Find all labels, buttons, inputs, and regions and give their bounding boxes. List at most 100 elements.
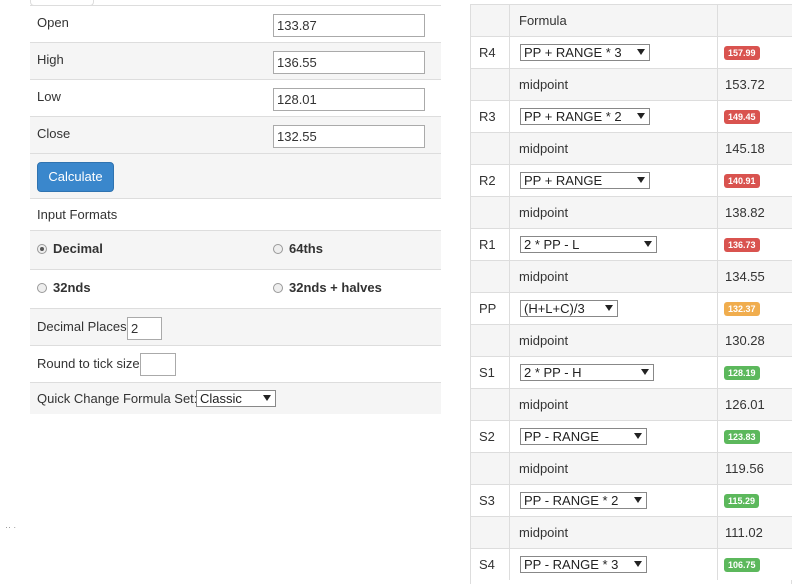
formula-set-select[interactable]: Classic: [196, 390, 276, 407]
high-input[interactable]: [273, 51, 425, 74]
cell-divider: [509, 357, 510, 388]
formula-select-value: (H+L+C)/3: [524, 301, 585, 316]
input-formats-heading: Input Formats: [37, 207, 118, 222]
cell-divider: [509, 229, 510, 260]
formula-header: Formula: [519, 13, 567, 28]
level-label: S4: [479, 557, 495, 572]
cell-divider: [717, 517, 718, 548]
formula-select-s2[interactable]: PP - RANGE: [520, 428, 647, 445]
cell-divider: [717, 37, 718, 68]
cell-divider: [717, 229, 718, 260]
midpoint-row: midpoint 138.82: [471, 196, 792, 228]
midpoint-row: midpoint 119.56: [471, 452, 792, 484]
cell-divider: [509, 37, 510, 68]
formula-select-value: PP + RANGE * 2: [524, 109, 622, 124]
level-label: S2: [479, 429, 495, 444]
value-badge: 128.19: [724, 366, 760, 380]
cell-divider: [509, 133, 510, 164]
close-row: Close: [30, 116, 441, 154]
chevron-down-icon: [637, 113, 645, 119]
table-header-row: Formula: [471, 4, 792, 36]
value-badge: 123.83: [724, 430, 760, 444]
table-row-r3: R3 PP + RANGE * 2 149.45: [471, 100, 792, 132]
chevron-down-icon: [644, 241, 652, 247]
formula-select-r1[interactable]: 2 * PP - L: [520, 236, 657, 253]
cell-divider: [717, 5, 718, 36]
midpoint-label: midpoint: [519, 333, 569, 348]
low-label: Low: [37, 89, 61, 104]
formula-select-value: PP - RANGE * 2: [524, 493, 619, 508]
cell-divider: [717, 101, 718, 132]
cell-divider: [509, 5, 510, 36]
radio-decimal-dot[interactable]: [37, 243, 47, 254]
formula-select-value: PP + RANGE: [524, 173, 603, 188]
tick-size-label: Round to tick size: [37, 356, 140, 371]
cell-divider: [509, 165, 510, 196]
formula-select-s4[interactable]: PP - RANGE * 3: [520, 556, 647, 573]
formula-select-s3[interactable]: PP - RANGE * 2: [520, 492, 647, 509]
radio-32nds-halves[interactable]: 32nds + halves: [273, 280, 382, 295]
radio-decimal-label: Decimal: [53, 241, 103, 256]
cell-divider: [717, 549, 718, 580]
low-input[interactable]: [273, 88, 425, 111]
midpoint-label: midpoint: [519, 269, 569, 284]
cell-divider: [509, 69, 510, 100]
formula-select-value: PP - RANGE * 3: [524, 557, 619, 572]
formula-select-r3[interactable]: PP + RANGE * 2: [520, 108, 650, 125]
midpoint-value: 126.01: [725, 397, 765, 412]
midpoint-row: midpoint 126.01: [471, 388, 792, 420]
cell-divider: [509, 293, 510, 324]
input-formats-row: Input Formats: [30, 198, 441, 231]
close-input[interactable]: [273, 125, 425, 148]
format-row-1: Decimal 64ths: [30, 230, 441, 270]
midpoint-label: midpoint: [519, 397, 569, 412]
formula-select-s1[interactable]: 2 * PP - H: [520, 364, 654, 381]
midpoint-label: midpoint: [519, 205, 569, 220]
chevron-down-icon: [263, 395, 271, 401]
radio-32nds-dot[interactable]: [37, 282, 47, 293]
cell-divider: [717, 261, 718, 292]
cell-divider: [509, 453, 510, 484]
cell-divider: [717, 293, 718, 324]
cell-divider: [509, 389, 510, 420]
radio-32nds-halves-dot[interactable]: [273, 282, 283, 293]
tick-size-input[interactable]: [140, 353, 176, 376]
chevron-down-icon: [634, 497, 642, 503]
cell-divider: [509, 261, 510, 292]
level-label: PP: [479, 301, 497, 316]
table-row-s2: S2 PP - RANGE 123.83: [471, 420, 792, 452]
cell-divider: [717, 357, 718, 388]
midpoint-value: 138.82: [725, 205, 765, 220]
radio-64ths[interactable]: 64ths: [273, 241, 323, 256]
open-input[interactable]: [273, 14, 425, 37]
chevron-down-icon: [634, 433, 642, 439]
cell-divider: [509, 421, 510, 452]
table-row-pp: PP (H+L+C)/3 132.37: [471, 292, 792, 324]
midpoint-value: 153.72: [725, 77, 765, 92]
table-row-s3: S3 PP - RANGE * 2 115.29: [471, 484, 792, 516]
calculate-button[interactable]: Calculate: [37, 162, 114, 192]
radio-32nds[interactable]: 32nds: [37, 280, 91, 295]
decimal-places-input[interactable]: [127, 317, 162, 340]
formula-select-r2[interactable]: PP + RANGE: [520, 172, 650, 189]
midpoint-label: midpoint: [519, 461, 569, 476]
chevron-down-icon: [641, 369, 649, 375]
formula-set-label: Quick Change Formula Set:: [37, 391, 198, 406]
formula-select-pp[interactable]: (H+L+C)/3: [520, 300, 618, 317]
level-label: R3: [479, 109, 496, 124]
cell-divider: [717, 421, 718, 452]
format-row-2: 32nds 32nds + halves: [30, 269, 441, 309]
formula-select-r4[interactable]: PP + RANGE * 3: [520, 44, 650, 61]
level-label: R2: [479, 173, 496, 188]
midpoint-row: midpoint 145.18: [471, 132, 792, 164]
radio-32nds-halves-label: 32nds + halves: [289, 280, 382, 295]
midpoint-row: midpoint 111.02: [471, 516, 792, 548]
value-badge: 140.91: [724, 174, 760, 188]
radio-64ths-dot[interactable]: [273, 243, 283, 254]
radio-32nds-label: 32nds: [53, 280, 91, 295]
radio-decimal[interactable]: Decimal: [37, 241, 103, 256]
table-row-r2: R2 PP + RANGE 140.91: [471, 164, 792, 196]
low-row: Low: [30, 79, 441, 117]
chevron-down-icon: [637, 177, 645, 183]
formula-set-value: Classic: [200, 391, 242, 406]
